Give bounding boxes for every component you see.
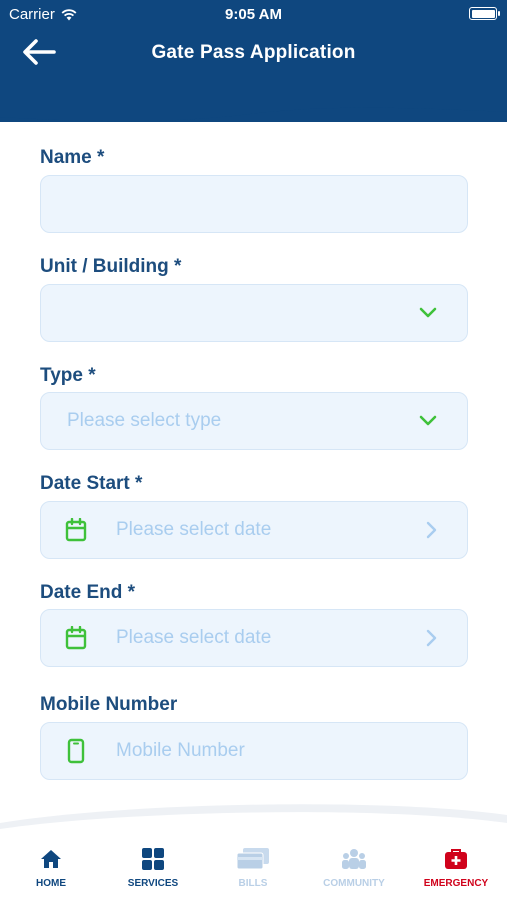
chevron-right-icon (426, 521, 437, 539)
chevron-right-icon (426, 629, 437, 647)
type-select[interactable]: Please select type (40, 392, 468, 450)
date-start-picker[interactable]: Please select date (40, 501, 468, 559)
medkit-icon (445, 849, 467, 869)
date-end-placeholder: Please select date (116, 627, 272, 648)
unit-select[interactable] (40, 284, 468, 342)
unit-label: Unit / Building * (40, 256, 182, 277)
mobile-input[interactable]: Mobile Number (40, 722, 468, 780)
battery-icon (469, 7, 500, 20)
type-label: Type * (40, 365, 96, 386)
nav-bills[interactable]: BILLS (203, 846, 303, 889)
nav-services-label: SERVICES (127, 878, 179, 889)
status-bar: Carrier 9:05 AM (0, 0, 507, 28)
chevron-down-icon (419, 415, 437, 426)
nav-community-label: COMMUNITY (323, 878, 385, 889)
type-placeholder: Please select type (67, 410, 222, 431)
date-start-placeholder: Please select date (116, 519, 272, 540)
mobile-placeholder: Mobile Number (116, 740, 245, 761)
nav-home-label: HOME (36, 878, 66, 889)
date-end-picker[interactable]: Please select date (40, 609, 468, 667)
status-time: 9:05 AM (225, 6, 282, 23)
page-title: Gate Pass Application (151, 42, 356, 63)
name-label: Name * (40, 147, 105, 168)
mobile-label: Mobile Number (40, 694, 178, 715)
header-wave (0, 100, 507, 122)
calendar-icon (65, 518, 87, 542)
home-icon (41, 850, 61, 868)
calendar-icon (65, 626, 87, 650)
date-start-label: Date Start * (40, 473, 143, 494)
chevron-down-icon (419, 307, 437, 318)
people-icon (342, 849, 366, 869)
nav-emergency[interactable]: EMERGENCY (406, 846, 506, 889)
nav-bills-label: BILLS (238, 878, 268, 889)
nav-services[interactable]: SERVICES (103, 846, 203, 889)
phone-icon (67, 738, 85, 764)
grid-icon (142, 848, 164, 870)
nav-home[interactable]: HOME (1, 846, 101, 889)
date-end-label: Date End * (40, 582, 136, 603)
nav-emergency-label: EMERGENCY (423, 878, 489, 889)
nav-community[interactable]: COMMUNITY (304, 846, 404, 889)
name-input[interactable] (40, 175, 468, 233)
nav-wave (0, 804, 507, 835)
cards-icon (237, 848, 269, 870)
bottom-navigation: HOME SERVICES BILLS COMMUNITY EMERGENCY (0, 830, 507, 900)
